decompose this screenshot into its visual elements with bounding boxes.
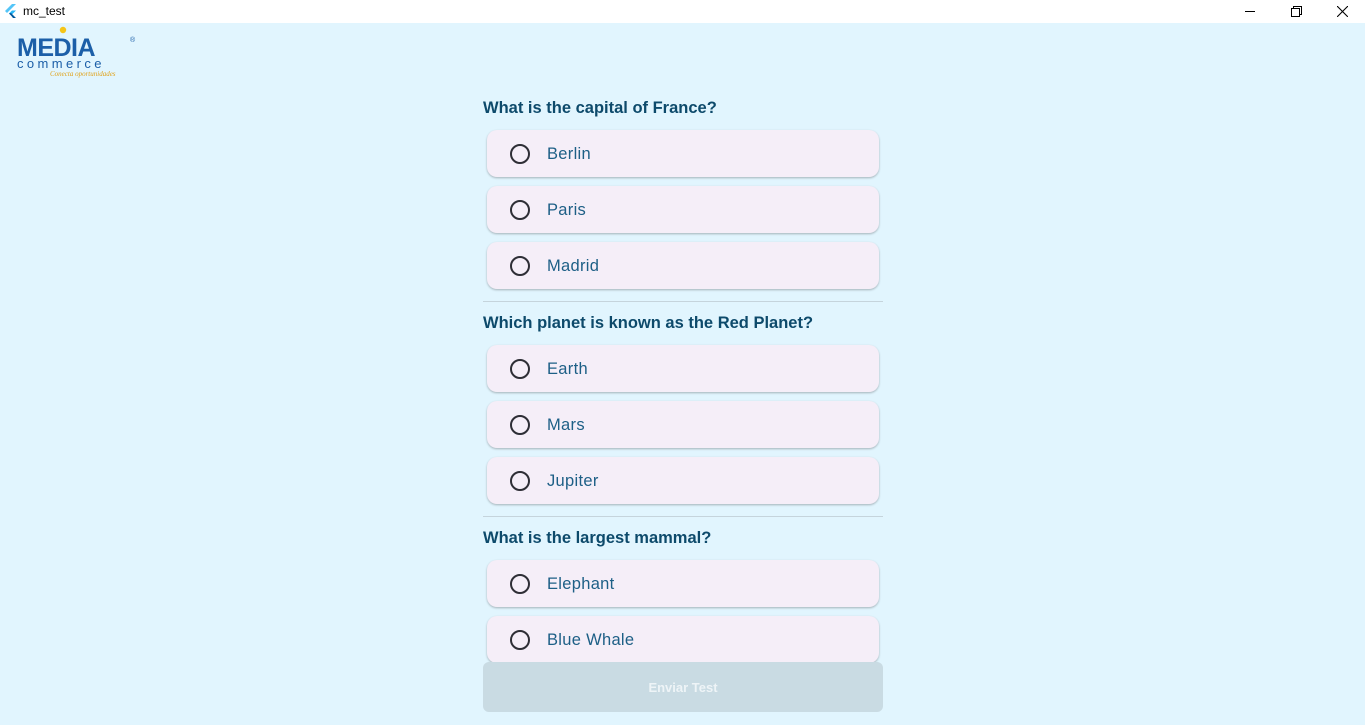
restore-icon [1290,6,1302,17]
svg-text:®: ® [130,36,136,44]
option-elephant[interactable]: Elephant [487,560,879,607]
question-text: What is the capital of France? [483,99,717,117]
question-block: What is the largest mammal? Elephant Blu… [483,525,883,663]
divider [483,516,883,517]
option-label: Blue Whale [547,631,635,649]
radio-unchecked-icon[interactable] [510,144,530,164]
option-earth[interactable]: Earth [487,345,879,392]
flutter-logo-icon [5,4,16,18]
window-title: mc_test [23,4,66,18]
submit-button-label: Enviar Test [648,679,718,695]
question-text: Which planet is known as the Red Planet? [483,314,814,332]
option-paris[interactable]: Paris [487,186,879,233]
close-button[interactable] [1319,0,1365,23]
radio-unchecked-icon[interactable] [510,630,530,650]
radio-unchecked-icon[interactable] [510,200,530,220]
radio-unchecked-icon[interactable] [510,256,530,276]
svg-text:commerce: commerce [17,56,105,71]
question-text: What is the largest mammal? [483,529,712,547]
option-madrid[interactable]: Madrid [487,242,879,289]
option-label: Madrid [547,257,600,275]
option-label: Mars [547,416,585,434]
option-blue-whale[interactable]: Blue Whale [487,616,879,663]
maximize-button[interactable] [1273,0,1319,23]
option-mars[interactable]: Mars [487,401,879,448]
window-titlebar: mc_test [0,0,1365,23]
minimize-button[interactable] [1227,0,1273,23]
svg-text:Conecta oportunidades: Conecta oportunidades [50,70,116,78]
radio-unchecked-icon[interactable] [510,415,530,435]
option-label: Berlin [547,145,591,163]
radio-unchecked-icon[interactable] [510,471,530,491]
submit-test-button[interactable]: Enviar Test [483,662,883,712]
option-label: Paris [547,201,587,219]
minimize-icon [1244,11,1255,12]
option-label: Elephant [547,575,615,593]
option-berlin[interactable]: Berlin [487,130,879,177]
option-jupiter[interactable]: Jupiter [487,457,879,504]
radio-unchecked-icon[interactable] [510,359,530,379]
divider [483,301,883,302]
question-block: What is the capital of France? Berlin Pa… [483,95,883,302]
close-icon [1336,6,1348,17]
radio-unchecked-icon[interactable] [510,574,530,594]
question-block: Which planet is known as the Red Planet?… [483,310,883,517]
option-label: Jupiter [547,472,599,490]
option-label: Earth [547,360,588,378]
media-commerce-logo: MEDIA ® commerce Conecta oportunidades [17,26,136,78]
